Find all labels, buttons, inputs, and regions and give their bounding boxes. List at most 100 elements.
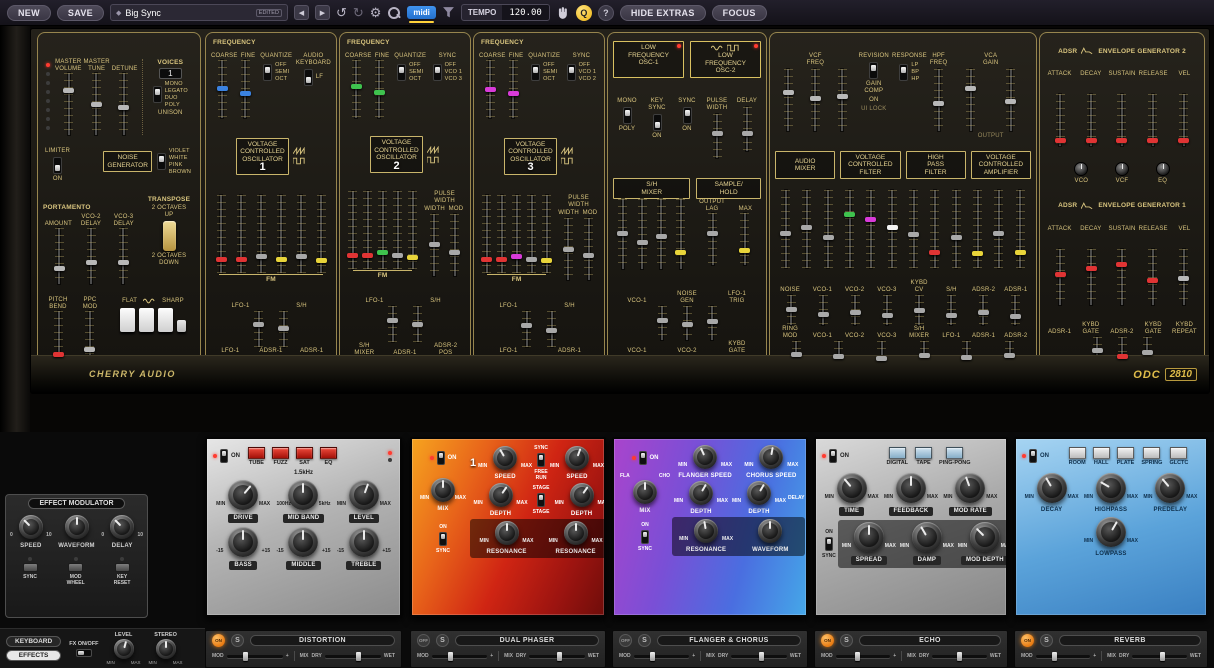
focus-button[interactable]: FOCUS	[712, 5, 767, 21]
phaser-resonance-2-knob[interactable]: MINMAX RESONANCE	[547, 521, 605, 555]
knob-spread[interactable]: MINMAXSPREAD	[840, 522, 898, 565]
slider[interactable]	[521, 311, 532, 347]
slider[interactable]	[91, 73, 102, 135]
reverb-on-switch[interactable]: ON	[1022, 449, 1049, 463]
vco1-keyboard-switch[interactable]	[304, 69, 313, 86]
slider[interactable]	[1147, 249, 1158, 305]
mod-slider[interactable]	[836, 655, 891, 658]
mix-slider[interactable]	[529, 655, 585, 658]
mix-slider[interactable]	[1132, 655, 1187, 658]
slider[interactable]	[278, 311, 289, 347]
slider[interactable]	[253, 311, 264, 347]
modulator-mod-wheel-button[interactable]: MOD WHEEL	[67, 557, 85, 586]
fx-button-glctc[interactable]: GLCTC	[1169, 447, 1188, 466]
slider[interactable]	[844, 190, 855, 268]
chorus-speed-knob[interactable]: MINMAX CHORUS SPEED	[742, 445, 800, 479]
slider[interactable]	[780, 190, 791, 268]
knob-level[interactable]: MINMAXLEVEL	[335, 480, 393, 523]
preset-selector[interactable]: ◆ Big Sync EDITED	[110, 4, 288, 21]
slider[interactable]	[707, 213, 718, 265]
phaser-depth-2-knob[interactable]: MINMAX DEPTH	[553, 483, 606, 517]
slider[interactable]	[216, 195, 227, 273]
ppc-pad-small[interactable]	[177, 320, 186, 332]
next-preset-button[interactable]: ▶	[315, 5, 330, 20]
slider[interactable]	[276, 195, 287, 273]
slider[interactable]	[978, 295, 989, 325]
slider[interactable]	[739, 213, 750, 265]
phaser-on-switch[interactable]: ON	[430, 451, 457, 465]
slider[interactable]	[351, 60, 362, 118]
fx-solo-button[interactable]: S	[231, 634, 244, 647]
slider[interactable]	[887, 190, 898, 268]
slider[interactable]	[236, 195, 247, 273]
slider[interactable]	[54, 228, 65, 284]
new-button[interactable]: NEW	[7, 5, 51, 21]
knob-mod-depth[interactable]: MINMAXMOD DEPTH	[956, 522, 1008, 565]
mix-slider[interactable]	[325, 655, 381, 658]
mod-slider[interactable]	[227, 655, 283, 658]
slider[interactable]	[1147, 94, 1158, 146]
noise-type-switch[interactable]	[157, 153, 166, 170]
slider[interactable]	[675, 199, 686, 269]
slider[interactable]	[823, 190, 834, 268]
fx-solo-button[interactable]: S	[840, 634, 853, 647]
mix-slider[interactable]	[731, 655, 787, 658]
slider[interactable]	[712, 114, 723, 158]
knob-feedback[interactable]: MINMAXFEEDBACK	[882, 473, 940, 516]
phaser-mix-knob[interactable]: MINMAX MIX	[418, 478, 468, 512]
slider[interactable]	[656, 199, 667, 269]
slider[interactable]	[850, 295, 861, 325]
fx-name-pill[interactable]: REVERB	[1059, 635, 1201, 646]
modulator-sync-button[interactable]: SYNC	[23, 557, 38, 586]
slider[interactable]	[118, 73, 129, 135]
slider[interactable]	[511, 195, 522, 273]
slider[interactable]	[508, 60, 519, 118]
fx-power-button[interactable]: OFF	[417, 634, 430, 647]
vco1-quantize-switch[interactable]	[263, 64, 272, 81]
voices-display[interactable]: 1	[159, 68, 181, 79]
slider[interactable]	[993, 190, 1004, 268]
slider[interactable]	[637, 199, 648, 269]
flanger-chorus-mix-knob[interactable]: FLACHO MIX	[620, 473, 670, 514]
phaser-sync-switch[interactable]: ON SYNC	[436, 524, 450, 554]
slider[interactable]	[707, 306, 718, 340]
eq-trim-knob[interactable]: EQ	[1156, 162, 1170, 185]
fx-power-button[interactable]: ON	[212, 634, 225, 647]
slider[interactable]	[240, 60, 251, 118]
waveform-knob[interactable]: WAVEFORM	[741, 519, 799, 553]
slider[interactable]	[316, 195, 327, 273]
modulator-delay-knob[interactable]: 010 DELAY	[99, 515, 145, 549]
phaser-stage-switch[interactable]: STAGE STAGE	[533, 485, 550, 515]
slider[interactable]	[217, 60, 228, 118]
slider[interactable]	[1055, 249, 1066, 305]
fx-button-tube[interactable]: TUBE	[248, 447, 265, 466]
hide-extras-button[interactable]: HIDE EXTRAS	[620, 5, 706, 21]
slider[interactable]	[908, 190, 919, 268]
slider[interactable]	[118, 228, 129, 284]
mod-slider[interactable]	[1036, 655, 1091, 658]
fx-button-tape[interactable]: TAPE	[915, 447, 932, 466]
knob-bass[interactable]: -15+15BASS	[214, 527, 272, 570]
slider[interactable]	[86, 228, 97, 284]
vcf-trim-knob[interactable]: VCF	[1115, 162, 1129, 185]
fx-button-plate[interactable]: PLATE	[1117, 447, 1135, 466]
modulator-speed-knob[interactable]: 010 SPEED	[8, 515, 54, 549]
knob-time[interactable]: MINMAXTIME	[823, 473, 881, 516]
vcf-revision-switch[interactable]	[869, 62, 878, 79]
slider[interactable]	[818, 295, 829, 325]
fx-level-knob[interactable]: LEVEL MINMAX	[107, 632, 141, 665]
slider[interactable]	[63, 73, 74, 135]
slider[interactable]	[362, 191, 373, 269]
slider[interactable]	[801, 190, 812, 268]
fx-onoff-switch[interactable]	[76, 649, 92, 657]
effects-view-button[interactable]: EFFECTS	[6, 650, 61, 661]
echo-sync-switch[interactable]: ON SYNC	[822, 529, 836, 559]
fx-button-ping-pong[interactable]: PING-PONG	[939, 447, 970, 466]
chorus-depth-knob[interactable]: MINMAX DEPTH	[730, 481, 788, 515]
fx-solo-button[interactable]: S	[1040, 634, 1053, 647]
slider[interactable]	[1116, 94, 1127, 146]
phaser-depth-1-knob[interactable]: MINMAX DEPTH	[472, 483, 530, 517]
mod-slider[interactable]	[432, 655, 488, 658]
slider[interactable]	[1015, 190, 1026, 268]
slider[interactable]	[946, 295, 957, 325]
